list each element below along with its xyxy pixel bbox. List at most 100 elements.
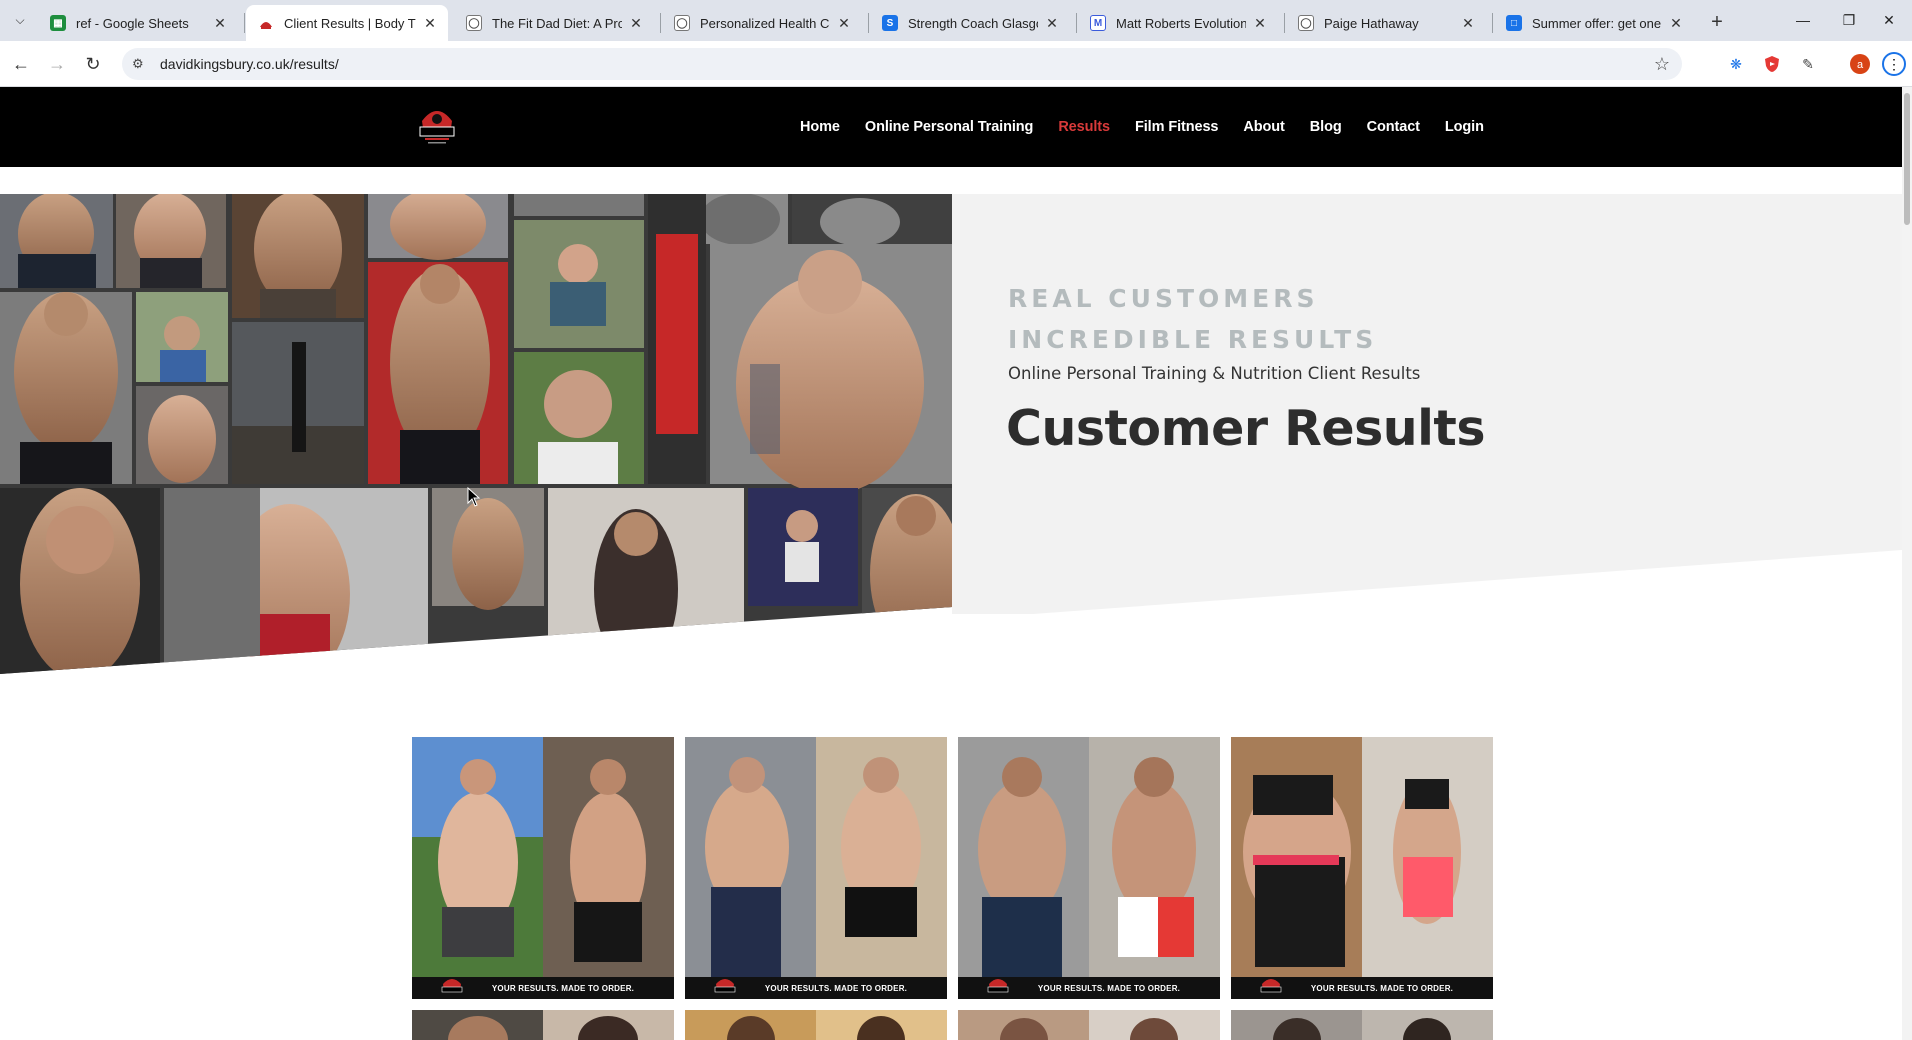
close-icon[interactable]: ✕ [1460,15,1476,31]
reload-icon[interactable]: ↻ [78,49,108,79]
result-card[interactable]: YOUR RESULTS. MADE TO ORDER. [685,737,947,999]
result-card[interactable]: YOUR RESULTS. MADE TO ORDER. [958,737,1220,999]
before-after-photo [1231,737,1493,999]
tab-separator [1076,13,1077,33]
result-card[interactable] [412,1010,674,1040]
forward-icon[interactable]: → [42,49,72,79]
extension-blue-icon[interactable]: ❋ [1724,52,1748,76]
globe-icon: ◯ [674,15,690,31]
hero-kicker-line-2: INCREDIBLE RESULTS [1008,325,1378,354]
tab-title: Matt Roberts Evolution | [1116,15,1246,31]
nav-home[interactable]: Home [800,119,840,135]
hero-section: REAL CUSTOMERS INCREDIBLE RESULTS Online… [0,194,1902,674]
mouse-cursor-icon [467,487,481,507]
result-card[interactable] [1231,1010,1493,1040]
scrollbar-thumb[interactable] [1904,93,1910,225]
tab-separator [1284,13,1285,33]
globe-icon: ◯ [466,15,482,31]
before-after-photo [958,1010,1220,1040]
result-card[interactable]: YOUR RESULTS. MADE TO ORDER. [1231,737,1493,999]
page-title: Customer Results [1006,400,1486,457]
tab-client-results[interactable]: Client Results | Body Trans ✕ [246,5,448,41]
client-photo-collage [0,194,952,674]
tab-summer-offer[interactable]: □ Summer offer: get one m ✕ [1494,5,1694,41]
tab-title: Client Results | Body Trans [284,15,416,31]
hero-kicker: REAL CUSTOMERS INCREDIBLE RESULTS [1008,278,1377,360]
tab-strip: ⌵ ▦ ref - Google Sheets ✕ Client Results… [0,0,1912,41]
browser-toolbar: ← → ↻ ⚙ davidkingsbury.co.uk/results/ ☆ … [0,41,1912,87]
tab-separator [660,13,661,33]
page-scrollbar[interactable] [1902,87,1912,1040]
close-icon[interactable]: ✕ [212,15,228,31]
sheets-icon: ▦ [50,15,66,31]
back-icon[interactable]: ← [6,49,36,79]
minimize-icon[interactable]: — [1780,0,1826,40]
before-after-photo [412,1010,674,1040]
globe-icon: ◯ [1298,15,1314,31]
close-icon[interactable]: ✕ [1044,15,1060,31]
nav-blog[interactable]: Blog [1310,119,1342,135]
close-icon[interactable]: ✕ [1668,15,1684,31]
nav-film-fitness[interactable]: Film Fitness [1135,119,1219,135]
hero-kicker-line-1: REAL CUSTOMERS [1008,284,1319,313]
profile-avatar[interactable]: a [1848,52,1872,76]
nav-online-personal-training[interactable]: Online Personal Training [865,119,1034,135]
close-window-icon[interactable]: ✕ [1866,0,1912,40]
m-icon: M [1090,15,1106,31]
tab-separator [868,13,869,33]
tab-separator [1492,13,1493,33]
close-icon[interactable]: ✕ [422,15,438,31]
tab-title: The Fit Dad Diet: A Prove [492,15,622,31]
before-after-photo [685,737,947,999]
svg-text:a: a [1857,59,1864,71]
before-after-photo [1231,1010,1493,1040]
tab-title: Summer offer: get one m [1532,15,1662,31]
tab-title: Strength Coach Glasgow [908,15,1038,31]
extensions-puzzle-icon[interactable]: ✎ [1796,52,1820,76]
close-icon[interactable]: ✕ [1252,15,1268,31]
before-after-photo [412,737,674,999]
tab-separator [244,13,245,33]
new-tab-button[interactable]: + [1704,9,1730,35]
tab-fit-dad-diet[interactable]: ◯ The Fit Dad Diet: A Prove ✕ [454,5,654,41]
kingsbury-badge-icon [714,979,736,993]
kingsbury-logo[interactable] [416,105,458,149]
kingsbury-badge-icon [1260,979,1282,993]
tab-personalized-health[interactable]: ◯ Personalized Health Coac ✕ [662,5,862,41]
before-after-photo [958,737,1220,999]
tab-title: Personalized Health Coac [700,15,830,31]
tab-matt-roberts[interactable]: M Matt Roberts Evolution | ✕ [1078,5,1278,41]
site-icon [258,15,274,31]
tab-search-icon[interactable]: ⌵ [8,9,32,31]
tab-strength-coach[interactable]: S Strength Coach Glasgow ✕ [870,5,1070,41]
chat-icon: □ [1506,15,1522,31]
close-icon[interactable]: ✕ [628,15,644,31]
web-page: Home Online Personal Training Results Fi… [0,87,1902,1040]
kingsbury-badge-icon [987,979,1009,993]
url-text[interactable]: davidkingsbury.co.uk/results/ [160,56,339,72]
result-card[interactable] [958,1010,1220,1040]
close-icon[interactable]: ✕ [836,15,852,31]
site-header: Home Online Personal Training Results Fi… [0,87,1902,167]
result-card[interactable] [685,1010,947,1040]
nav-about[interactable]: About [1243,119,1284,135]
nav-results[interactable]: Results [1058,119,1110,135]
menu-kebab-icon[interactable]: ⋮ [1882,52,1906,76]
hero-subtitle: Online Personal Training & Nutrition Cli… [1008,364,1421,383]
bookmark-star-icon[interactable]: ☆ [1654,54,1670,75]
extension-shield-icon[interactable] [1760,52,1784,76]
hero-diagonal-divider [952,550,1902,620]
s-icon: S [882,15,898,31]
main-nav: Home Online Personal Training Results Fi… [800,87,1509,167]
nav-login[interactable]: Login [1445,119,1484,135]
site-info-icon[interactable]: ⚙ [132,56,154,72]
tab-title: Paige Hathaway [1324,15,1419,31]
result-card[interactable]: YOUR RESULTS. MADE TO ORDER. [412,737,674,999]
tab-ref-google-sheets[interactable]: ▦ ref - Google Sheets ✕ [38,5,238,41]
tab-paige-hathaway[interactable]: ◯ Paige Hathaway ✕ [1286,5,1486,41]
nav-contact[interactable]: Contact [1367,119,1420,135]
tab-title: ref - Google Sheets [76,15,189,31]
kingsbury-badge-icon [441,979,463,993]
before-after-photo [685,1010,947,1040]
address-bar[interactable]: ⚙ davidkingsbury.co.uk/results/ ☆ [122,48,1682,80]
